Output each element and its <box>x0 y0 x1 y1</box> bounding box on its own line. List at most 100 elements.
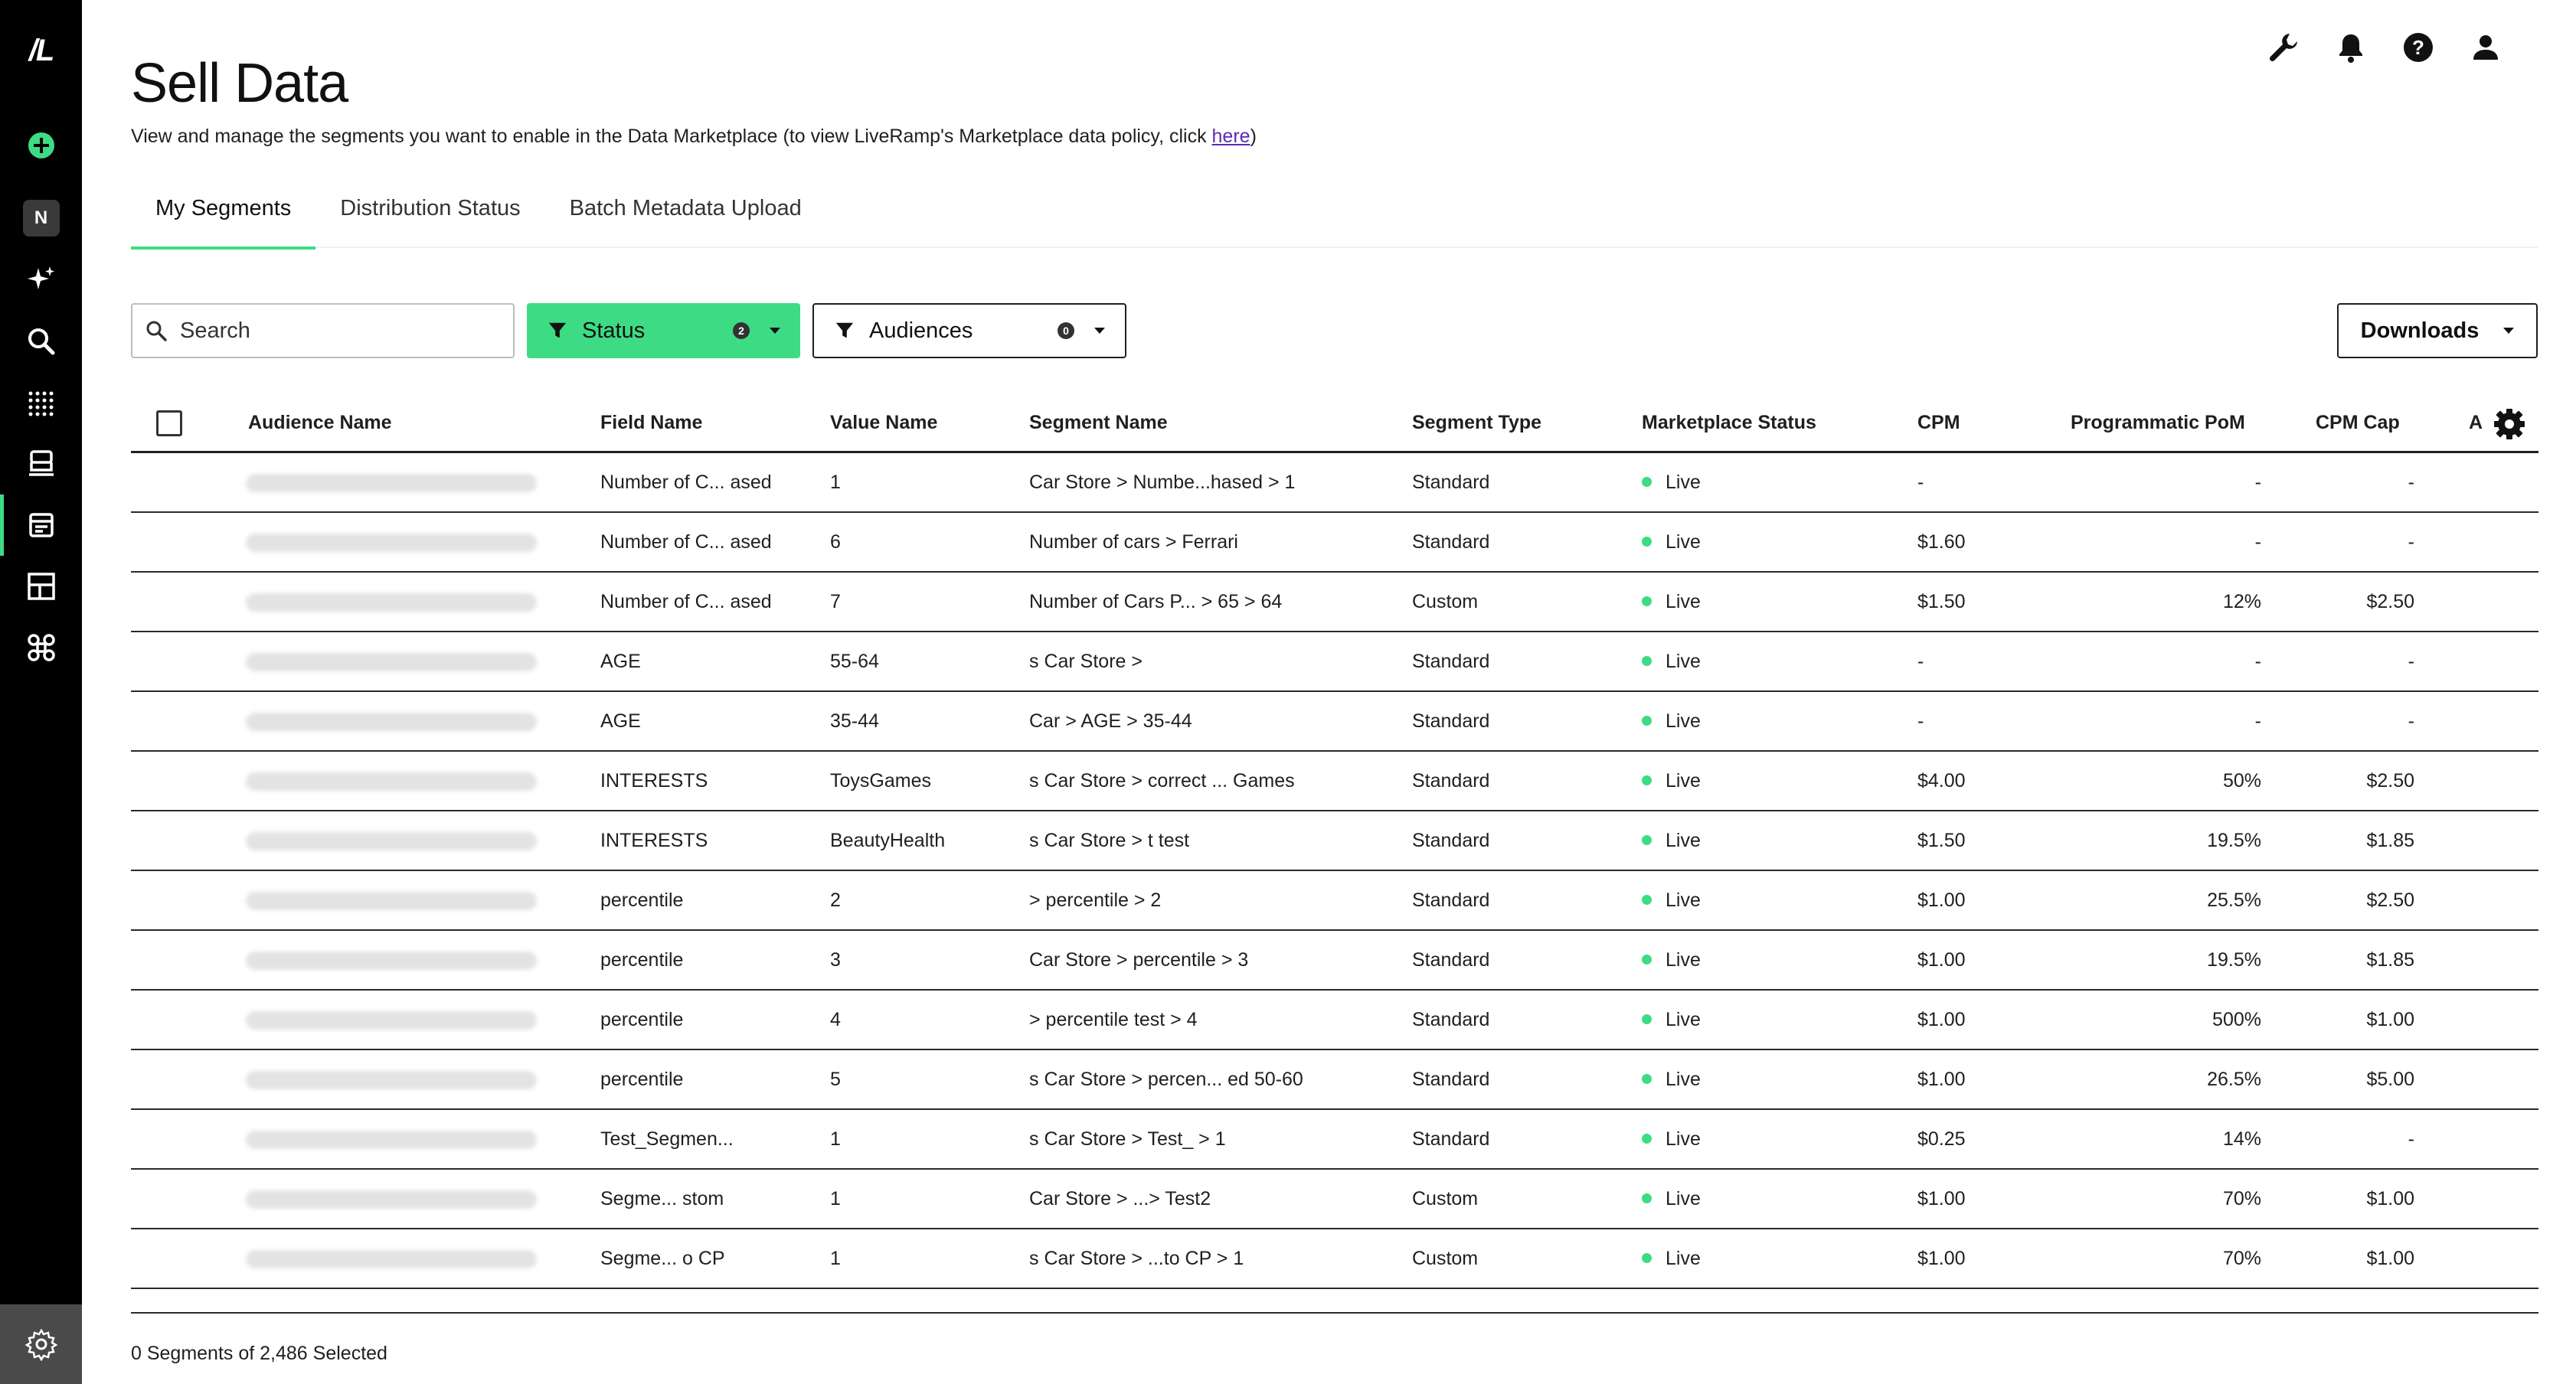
col-audience-name[interactable]: Audience Name <box>248 412 392 434</box>
table-row[interactable]: AGE 35-44 Car > AGE > 35-44 Standard - Live - - <box>131 692 2538 752</box>
table-row[interactable]: percentile 5 s Car Store > percen... ed 50… <box>131 1050 2538 1110</box>
cell-marketplace-status: Live <box>1642 472 1701 494</box>
cell-cpm: $1.00 <box>1917 1188 1966 1209</box>
audience-name-redacted <box>246 1009 537 1031</box>
cell-segment: s Car Store > <box>1029 651 1143 672</box>
cell-segment: s Car Store > t test <box>1029 830 1190 851</box>
user-account-icon[interactable] <box>2469 31 2502 64</box>
cell-cpm: - <box>1917 651 1924 672</box>
sell-data-icon[interactable] <box>0 495 82 556</box>
table-row[interactable]: INTERESTS BeautyHealth s Car Store > t tes… <box>131 811 2538 871</box>
cell-segment: > percentile > 2 <box>1029 889 1162 911</box>
search-nav-icon[interactable] <box>0 311 82 372</box>
table-row[interactable]: Test_Segmen... 1 s Car Store > Test_ > 1 St… <box>131 1110 2538 1170</box>
downloads-dropdown-button[interactable]: Downloads <box>2337 303 2538 358</box>
data-store-icon[interactable] <box>0 433 82 495</box>
cell-segment: s Car Store > Test_ > 1 <box>1029 1128 1226 1150</box>
filter-funnel-icon <box>548 322 567 338</box>
redacted-text <box>246 534 537 553</box>
column-settings-gear-icon[interactable] <box>2493 407 2526 441</box>
cell-cpm: - <box>1917 710 1924 732</box>
settings-nav[interactable] <box>0 1304 82 1384</box>
col-truncated[interactable]: A <box>2469 412 2483 434</box>
create-plus-icon[interactable] <box>0 115 82 176</box>
cell-cpm-cap: - <box>2408 651 2414 672</box>
dashboard-icon[interactable] <box>0 556 82 617</box>
cell-type: Standard <box>1412 472 1490 493</box>
col-segment-name[interactable]: Segment Name <box>1029 412 1168 434</box>
integrations-icon[interactable] <box>0 617 82 678</box>
tab-distribution-status[interactable]: Distribution Status <box>315 181 544 248</box>
table-header: Audience Name Field Name Value Name Segm… <box>131 393 2538 453</box>
workspace-switcher[interactable]: N <box>0 188 82 249</box>
status-label: Live <box>1666 949 1701 971</box>
cell-field: INTERESTS <box>600 830 708 851</box>
table-row[interactable]: percentile 2 > percentile > 2 Standard $1.00… <box>131 871 2538 931</box>
sparkle-icon[interactable] <box>0 250 82 311</box>
cell-cpm-cap: $2.50 <box>2366 591 2414 612</box>
audience-name-redacted <box>246 651 537 673</box>
cell-type: Standard <box>1412 1128 1490 1150</box>
table-row[interactable]: Number of C... ased 7 Number of Cars P... … <box>131 573 2538 632</box>
col-field-name[interactable]: Field Name <box>600 412 702 434</box>
redacted-text <box>246 593 537 612</box>
col-value-name[interactable]: Value Name <box>830 412 937 434</box>
apps-grid-icon[interactable] <box>0 372 82 433</box>
table-row[interactable]: Segme... o CP 1 s Car Store > ...to CP > 1… <box>131 1229 2538 1289</box>
cell-value: 1 <box>830 1248 841 1269</box>
cell-type: Custom <box>1412 1188 1479 1209</box>
cell-segment: > percentile test > 4 <box>1029 1009 1198 1030</box>
audience-name-redacted <box>246 591 537 613</box>
cell-marketplace-status: Live <box>1642 651 1701 673</box>
search-input[interactable] <box>180 318 486 344</box>
page-title: Sell Data <box>131 53 348 114</box>
help-icon[interactable]: ? <box>2401 31 2435 64</box>
tab-batch-metadata-upload[interactable]: Batch Metadata Upload <box>545 181 826 248</box>
table-row[interactable]: percentile 4 > percentile test > 4 Standard… <box>131 991 2538 1050</box>
table-row[interactable]: percentile 3 Car Store > percentile > 3 Sta… <box>131 931 2538 991</box>
cell-type: Custom <box>1412 1248 1479 1269</box>
table-row[interactable]: AGE 55-64 s Car Store > Standard - Live - - <box>131 632 2538 692</box>
data-policy-link[interactable]: here <box>1212 126 1250 147</box>
liveramp-logo[interactable]: /L <box>0 23 82 78</box>
col-cpm-cap[interactable]: CPM Cap <box>2316 412 2400 434</box>
cell-type: Standard <box>1412 1069 1490 1090</box>
cell-cpm-cap: - <box>2408 710 2414 732</box>
cell-marketplace-status: Live <box>1642 710 1701 733</box>
status-live-dot-icon <box>1642 596 1652 606</box>
notifications-bell-icon[interactable] <box>2334 31 2368 64</box>
cell-value: 6 <box>830 531 841 553</box>
status-live-dot-icon <box>1642 834 1652 845</box>
cell-type: Standard <box>1412 949 1490 971</box>
select-all-checkbox[interactable] <box>156 410 182 436</box>
status-filter-button[interactable]: Status 2 <box>527 303 800 358</box>
tab-my-segments[interactable]: My Segments <box>131 181 316 250</box>
cell-segment: Car > AGE > 35-44 <box>1029 710 1192 732</box>
cell-value: 7 <box>830 591 841 612</box>
status-label: Live <box>1666 1248 1701 1269</box>
cell-field: INTERESTS <box>600 770 708 792</box>
settings-gear-icon <box>25 1328 57 1361</box>
col-segment-type[interactable]: Segment Type <box>1412 412 1541 434</box>
cell-programmatic-pom: 19.5% <box>2207 949 2261 971</box>
redacted-text <box>246 653 537 672</box>
cell-cpm: $0.25 <box>1917 1128 1966 1150</box>
cell-cpm: $1.60 <box>1917 531 1966 553</box>
table-row[interactable]: Number of C... ased 1 Car Store > Numbe...… <box>131 453 2538 513</box>
cell-type: Standard <box>1412 710 1490 732</box>
col-cpm[interactable]: CPM <box>1917 412 1960 434</box>
status-filter-count: 2 <box>733 322 750 339</box>
table-row[interactable]: Segme... stom 1 Car Store > ...> Test2 Cust… <box>131 1170 2538 1229</box>
col-programmatic-pom[interactable]: Programmatic PoM <box>2071 412 2245 434</box>
audiences-filter-button[interactable]: Audiences 0 <box>812 303 1126 358</box>
table-row[interactable]: INTERESTS ToysGames s Car Store > correct … <box>131 752 2538 811</box>
table-row[interactable]: Number of C... ased 6 Number of cars > Fer… <box>131 513 2538 573</box>
audiences-filter-count: 0 <box>1058 322 1074 339</box>
wrench-icon[interactable] <box>2267 31 2300 64</box>
status-filter-label: Status <box>582 318 646 343</box>
col-marketplace-status[interactable]: Marketplace Status <box>1642 412 1816 434</box>
sidebar: /L N <box>0 0 82 1384</box>
cell-cpm-cap: $5.00 <box>2366 1069 2414 1090</box>
selection-count: 0 Segments of 2,486 Selected <box>131 1343 387 1364</box>
audience-name-redacted <box>246 889 537 912</box>
